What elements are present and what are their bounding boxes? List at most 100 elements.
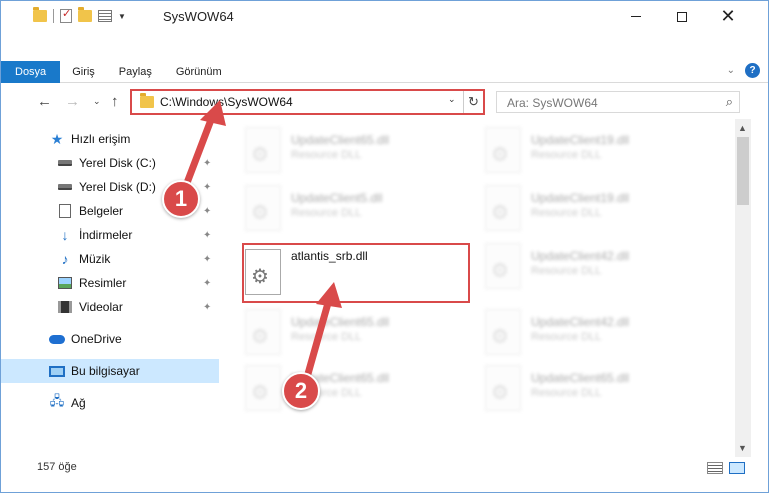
pin-icon[interactable]: ✦: [203, 158, 211, 169]
file-description: Resource DLL: [531, 265, 602, 277]
gear-icon: ⚙: [251, 326, 269, 348]
sidebar-item-network[interactable]: 🖧 Ağ: [1, 391, 219, 415]
sidebar-item-label: Yerel Disk (C:): [79, 156, 156, 170]
drive-icon: [57, 155, 73, 171]
file-tile[interactable]: ⚙ UpdateClient19.dll Resource DLL: [473, 181, 703, 239]
pin-icon[interactable]: ✦: [203, 302, 211, 313]
sidebar-item-this-pc[interactable]: Bu bilgisayar: [1, 359, 219, 383]
sidebar-item-label: Resimler: [79, 276, 127, 290]
file-description: Resource DLL: [531, 207, 602, 219]
tab-home[interactable]: Giriş: [60, 61, 107, 83]
documents-icon: [57, 203, 73, 219]
customize-toolbar-icon[interactable]: ▼: [118, 12, 126, 21]
explorer-window: ▼ SysWOW64 ✕ Dosya Giriş Paylaş Görünüm …: [0, 0, 769, 493]
up-button[interactable]: ↑: [111, 93, 119, 110]
pin-icon[interactable]: ✦: [203, 278, 211, 289]
network-icon: 🖧: [49, 393, 65, 408]
file-tile[interactable]: ⚙ UpdateClient65.dll Resource DLL: [233, 361, 463, 419]
toolbar-divider: [53, 9, 54, 23]
sidebar-item-label: İndirmeler: [79, 228, 133, 242]
address-dropdown-icon[interactable]: ⌄: [448, 94, 456, 105]
close-button[interactable]: ✕: [705, 1, 751, 32]
scroll-up-icon[interactable]: ▲: [738, 123, 747, 133]
ribbon-tabs: Dosya Giriş Paylaş Görünüm: [1, 61, 234, 83]
title-bar: ▼ SysWOW64 ✕: [1, 1, 768, 32]
status-bar: 157 öğe: [1, 457, 768, 479]
sidebar-item-label: Hızlı erişim: [71, 132, 131, 146]
dll-file-icon: ⚙: [485, 243, 521, 289]
file-tile[interactable]: ⚙ UpdateClient5.dll Resource DLL: [233, 181, 463, 239]
help-icon[interactable]: ?: [745, 63, 760, 78]
pin-icon[interactable]: ✦: [203, 254, 211, 265]
details-view-icon[interactable]: [707, 462, 723, 474]
refresh-button[interactable]: ↻: [463, 91, 483, 113]
dll-file-icon: ⚙: [485, 365, 521, 411]
dll-file-icon: ⚙: [485, 185, 521, 231]
sidebar-item-onedrive[interactable]: OneDrive: [1, 327, 219, 351]
sidebar-item-music[interactable]: ♪ Müzik ✦: [1, 247, 219, 271]
dll-file-icon: ⚙: [485, 309, 521, 355]
sidebar-item-label: OneDrive: [71, 332, 122, 346]
dll-file-icon: ⚙: [245, 185, 281, 231]
sidebar-item-local-disk-c[interactable]: Yerel Disk (C:) ✦: [1, 151, 219, 175]
search-placeholder[interactable]: Ara: SysWOW64: [507, 96, 598, 110]
tiles-view-icon[interactable]: [729, 462, 745, 474]
folder-icon: [140, 93, 154, 108]
dll-file-icon: ⚙: [245, 127, 281, 173]
scrollbar-thumb[interactable]: [737, 137, 749, 205]
address-path[interactable]: C:\Windows\SysWOW64: [160, 95, 293, 109]
properties-icon[interactable]: [60, 7, 72, 23]
new-folder-icon[interactable]: [78, 7, 92, 22]
sidebar-item-label: Ağ: [71, 396, 86, 410]
tab-file[interactable]: Dosya: [1, 61, 61, 83]
music-icon: ♪: [61, 251, 69, 267]
back-button[interactable]: ←: [37, 93, 52, 110]
scroll-down-icon[interactable]: ▼: [738, 443, 747, 453]
sidebar-item-downloads[interactable]: ↓ İndirmeler ✦: [1, 223, 219, 247]
file-name: UpdateClient42.dll: [531, 315, 630, 329]
gear-icon: ⚙: [491, 382, 509, 404]
downloads-icon: ↓: [61, 227, 69, 243]
file-description: Resource DLL: [531, 387, 602, 399]
sidebar-item-label: Yerel Disk (D:): [79, 180, 156, 194]
search-box[interactable]: Ara: SysWOW64 ⌕: [496, 91, 740, 113]
pin-icon[interactable]: ✦: [203, 182, 211, 193]
file-tile[interactable]: ⚙ UpdateClient42.dll Resource DLL: [473, 239, 703, 297]
minimize-button[interactable]: [613, 1, 659, 32]
gear-icon: ⚙: [251, 202, 269, 224]
sidebar-item-label: Müzik: [79, 252, 111, 266]
file-tile[interactable]: ⚙ UpdateClient19.dll Resource DLL: [473, 123, 703, 181]
file-tile[interactable]: ⚙ UpdateClient65.dll Resource DLL: [233, 123, 463, 181]
dll-file-icon: ⚙: [485, 127, 521, 173]
tab-share[interactable]: Paylaş: [107, 61, 164, 83]
sidebar-item-videos[interactable]: Videolar ✦: [1, 295, 219, 319]
file-highlight-box: [242, 243, 470, 303]
expand-ribbon-icon[interactable]: ⌄: [727, 65, 735, 76]
item-count: 157 öğe: [37, 461, 77, 473]
sidebar-item-quick-access[interactable]: ★ Hızlı erişim: [1, 127, 219, 151]
forward-button[interactable]: →: [65, 93, 80, 110]
file-description: Resource DLL: [291, 149, 362, 161]
pictures-icon: [57, 275, 73, 291]
pin-icon[interactable]: ✦: [203, 230, 211, 241]
gear-icon: ⚙: [251, 382, 269, 404]
file-name: UpdateClient42.dll: [531, 249, 630, 263]
file-tile[interactable]: ⚙ UpdateClient42.dll Resource DLL: [473, 305, 703, 363]
sidebar-item-pictures[interactable]: Resimler ✦: [1, 271, 219, 295]
pin-icon[interactable]: ✦: [203, 206, 211, 217]
file-name: UpdateClient65.dll: [291, 315, 390, 329]
maximize-button[interactable]: [659, 1, 705, 32]
gear-icon: ⚙: [491, 260, 509, 282]
tab-view[interactable]: Görünüm: [164, 61, 234, 83]
file-description: Resource DLL: [531, 331, 602, 343]
address-bar[interactable]: C:\Windows\SysWOW64 ⌄ ↻: [130, 89, 485, 115]
view-icon[interactable]: [98, 10, 112, 22]
address-content: C:\Windows\SysWOW64: [135, 93, 466, 111]
file-tile[interactable]: ⚙ UpdateClient65.dll Resource DLL: [473, 361, 703, 419]
file-description: Resource DLL: [291, 331, 362, 343]
close-icon: ✕: [720, 6, 736, 26]
vertical-scrollbar[interactable]: ▲ ▼: [735, 119, 751, 457]
recent-locations-icon[interactable]: ⌄: [93, 96, 101, 107]
file-tile[interactable]: ⚙ UpdateClient65.dll Resource DLL: [233, 305, 463, 363]
step-2-callout: 2: [282, 372, 320, 410]
